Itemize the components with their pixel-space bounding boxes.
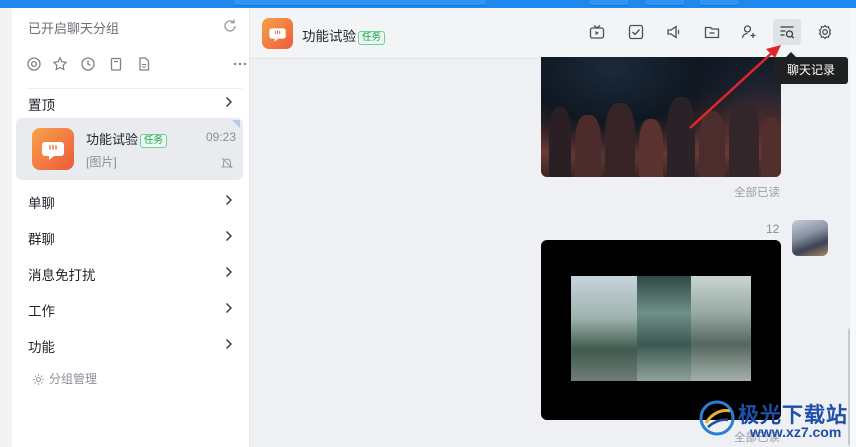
- watermark-url: www.xz7.com: [750, 424, 842, 440]
- red-arrow-annotation: [689, 45, 781, 129]
- watermark: 极光下载站 www.xz7.com: [696, 393, 856, 447]
- watermark-logo-icon: [699, 400, 735, 436]
